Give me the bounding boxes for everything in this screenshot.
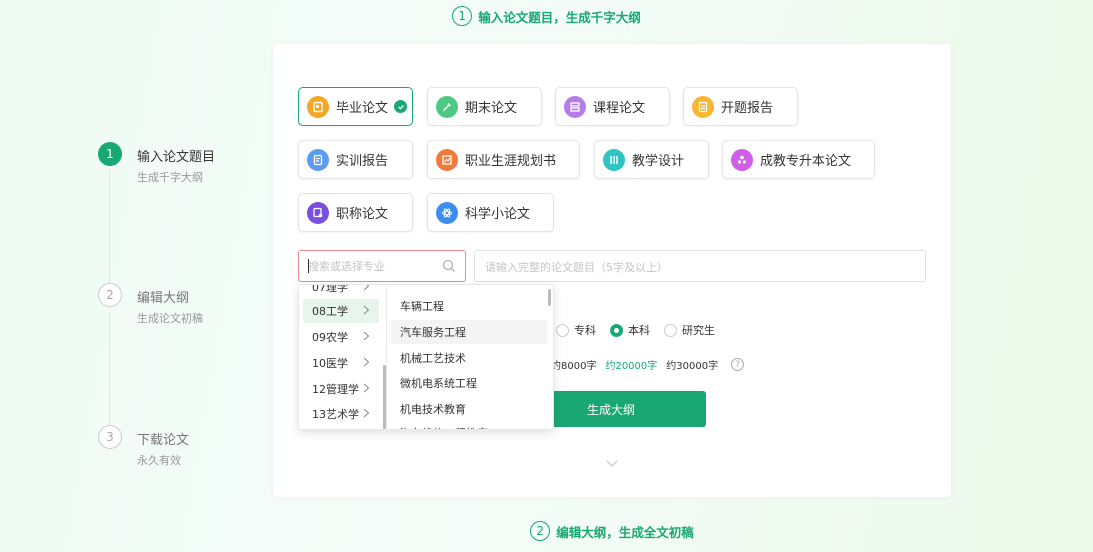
degree-option-graduate[interactable]: 研究生 bbox=[664, 322, 715, 338]
step-number-1: 1 bbox=[452, 6, 473, 26]
category-item[interactable]: 07理学 bbox=[303, 284, 379, 299]
category-label: 12管理学 bbox=[312, 383, 359, 396]
word-count-group: 约8000字 约20000字 约30000字 ? bbox=[551, 357, 753, 372]
major-search-input[interactable] bbox=[308, 257, 438, 275]
chevron-right-icon bbox=[363, 383, 370, 396]
major-item[interactable]: 汽车维修工程教育 bbox=[391, 421, 547, 429]
paper-type-teaching-design[interactable]: 教学设计 bbox=[594, 140, 709, 179]
book-icon bbox=[603, 148, 625, 171]
paper-type-science[interactable]: 科学小论文 bbox=[427, 193, 554, 232]
chevron-right-icon bbox=[363, 331, 370, 344]
stack-icon bbox=[564, 95, 586, 118]
chart-icon bbox=[436, 148, 458, 171]
category-label: 08工学 bbox=[312, 305, 348, 318]
major-item-hovered[interactable]: 汽车服务工程 bbox=[391, 320, 547, 344]
step-title: 输入论文题目 bbox=[137, 150, 216, 165]
category-list: 07理学 08工学 09农学 10医学 12管理学 13艺术学 bbox=[299, 284, 387, 429]
step-number-2: 2 bbox=[530, 521, 551, 541]
radio-circle[interactable] bbox=[556, 323, 569, 337]
paper-type-label: 科学小论文 bbox=[465, 207, 531, 222]
step-title: 下载论文 bbox=[137, 433, 190, 448]
category-scrollbar[interactable] bbox=[383, 365, 386, 429]
major-scrollbar[interactable] bbox=[548, 289, 551, 306]
paper-type-label: 成教专升本论文 bbox=[760, 154, 852, 169]
major-item[interactable]: 车辆工程 bbox=[391, 294, 547, 318]
chevron-down-icon[interactable] bbox=[606, 453, 618, 472]
word-count-option[interactable]: 约30000字 bbox=[666, 357, 718, 372]
category-label: 13艺术学 bbox=[312, 408, 359, 421]
check-icon bbox=[394, 100, 408, 113]
category-label: 10医学 bbox=[312, 357, 348, 370]
chevron-right-icon bbox=[363, 408, 370, 421]
pen-icon bbox=[436, 95, 458, 118]
word-count-option-selected[interactable]: 约20000字 bbox=[605, 357, 657, 372]
radio-circle[interactable] bbox=[664, 323, 677, 337]
degree-radio-group: 专科 本科 研究生 bbox=[556, 322, 729, 338]
category-item[interactable]: 10医学 bbox=[303, 351, 379, 375]
paper-type-label: 职业生涯规划书 bbox=[465, 154, 557, 169]
help-icon[interactable]: ? bbox=[731, 358, 745, 371]
step-subtitle: 永久有效 bbox=[137, 454, 181, 467]
chevron-right-icon bbox=[363, 357, 370, 370]
category-item-selected[interactable]: 08工学 bbox=[303, 299, 379, 323]
paper-type-career-plan[interactable]: 职业生涯规划书 bbox=[427, 140, 580, 179]
stepper-line bbox=[109, 312, 110, 430]
people-icon bbox=[731, 148, 753, 171]
step-dot: 1 bbox=[98, 142, 122, 166]
bottom-step-label: 编辑大纲，生成全文初稿 bbox=[556, 524, 694, 540]
stepper-line bbox=[109, 170, 110, 288]
paper-type-final[interactable]: 期末论文 bbox=[427, 87, 542, 126]
radio-circle[interactable] bbox=[610, 323, 623, 337]
step-title: 编辑大纲 bbox=[137, 291, 190, 306]
major-item[interactable]: 微机电系统工程 bbox=[391, 371, 547, 395]
bottom-step-header: 2 编辑大纲，生成全文初稿 bbox=[0, 521, 1093, 541]
category-label: 09农学 bbox=[312, 331, 348, 344]
paper-title-box[interactable] bbox=[474, 250, 926, 282]
category-label: 07理学 bbox=[312, 284, 348, 294]
category-item[interactable]: 13艺术学 bbox=[303, 402, 379, 426]
radio-label: 研究生 bbox=[682, 324, 715, 337]
chevron-right-icon bbox=[363, 305, 370, 318]
text-caret bbox=[308, 259, 309, 273]
radio-label: 本科 bbox=[628, 324, 650, 337]
report-icon bbox=[692, 95, 714, 118]
paper-type-label: 职称论文 bbox=[336, 207, 389, 222]
step-subtitle: 生成论文初稿 bbox=[137, 312, 203, 325]
category-item[interactable]: 09农学 bbox=[303, 325, 379, 349]
radio-label: 专科 bbox=[574, 324, 596, 337]
step-subtitle: 生成千字大纲 bbox=[137, 171, 203, 184]
search-icon[interactable] bbox=[442, 258, 456, 277]
paper-type-label: 实训报告 bbox=[336, 154, 389, 169]
degree-option-junior-college[interactable]: 专科 bbox=[556, 322, 596, 338]
word-count-option[interactable]: 约8000字 bbox=[551, 357, 596, 372]
category-item[interactable]: 12管理学 bbox=[303, 377, 379, 401]
document-icon bbox=[307, 148, 329, 171]
certificate-icon bbox=[307, 201, 329, 224]
degree-option-bachelor[interactable]: 本科 bbox=[610, 322, 650, 338]
major-search-box[interactable] bbox=[298, 250, 466, 282]
step-dot: 2 bbox=[98, 283, 122, 307]
major-item[interactable]: 机械工艺技术 bbox=[391, 346, 547, 370]
thesis-icon bbox=[307, 95, 329, 118]
paper-title-input[interactable] bbox=[485, 258, 905, 276]
paper-type-label: 教学设计 bbox=[632, 154, 685, 169]
paper-type-proposal[interactable]: 开题报告 bbox=[683, 87, 798, 126]
paper-type-professional-title[interactable]: 职称论文 bbox=[298, 193, 413, 232]
top-step-label: 输入论文题目，生成千字大纲 bbox=[478, 9, 641, 25]
major-item[interactable]: 机电技术教育 bbox=[391, 397, 547, 421]
paper-type-course[interactable]: 课程论文 bbox=[555, 87, 670, 126]
paper-type-label: 毕业论文 bbox=[336, 101, 389, 116]
paper-type-training-report[interactable]: 实训报告 bbox=[298, 140, 413, 179]
paper-type-thesis[interactable]: 毕业论文 bbox=[298, 87, 413, 126]
paper-type-label: 开题报告 bbox=[721, 101, 774, 116]
major-dropdown: 07理学 08工学 09农学 10医学 12管理学 13艺术学 车辆工程 汽车服… bbox=[298, 284, 554, 430]
chevron-right-icon bbox=[363, 285, 370, 294]
paper-type-label: 期末论文 bbox=[465, 101, 518, 116]
paper-type-label: 课程论文 bbox=[593, 101, 646, 116]
step-dot: 3 bbox=[98, 425, 122, 449]
top-step-header: 1 输入论文题目，生成千字大纲 bbox=[0, 6, 1093, 26]
paper-type-adult-education[interactable]: 成教专升本论文 bbox=[722, 140, 875, 179]
atom-icon bbox=[436, 201, 458, 224]
major-list: 车辆工程 汽车服务工程 机械工艺技术 微机电系统工程 机电技术教育 汽车维修工程… bbox=[387, 285, 553, 429]
